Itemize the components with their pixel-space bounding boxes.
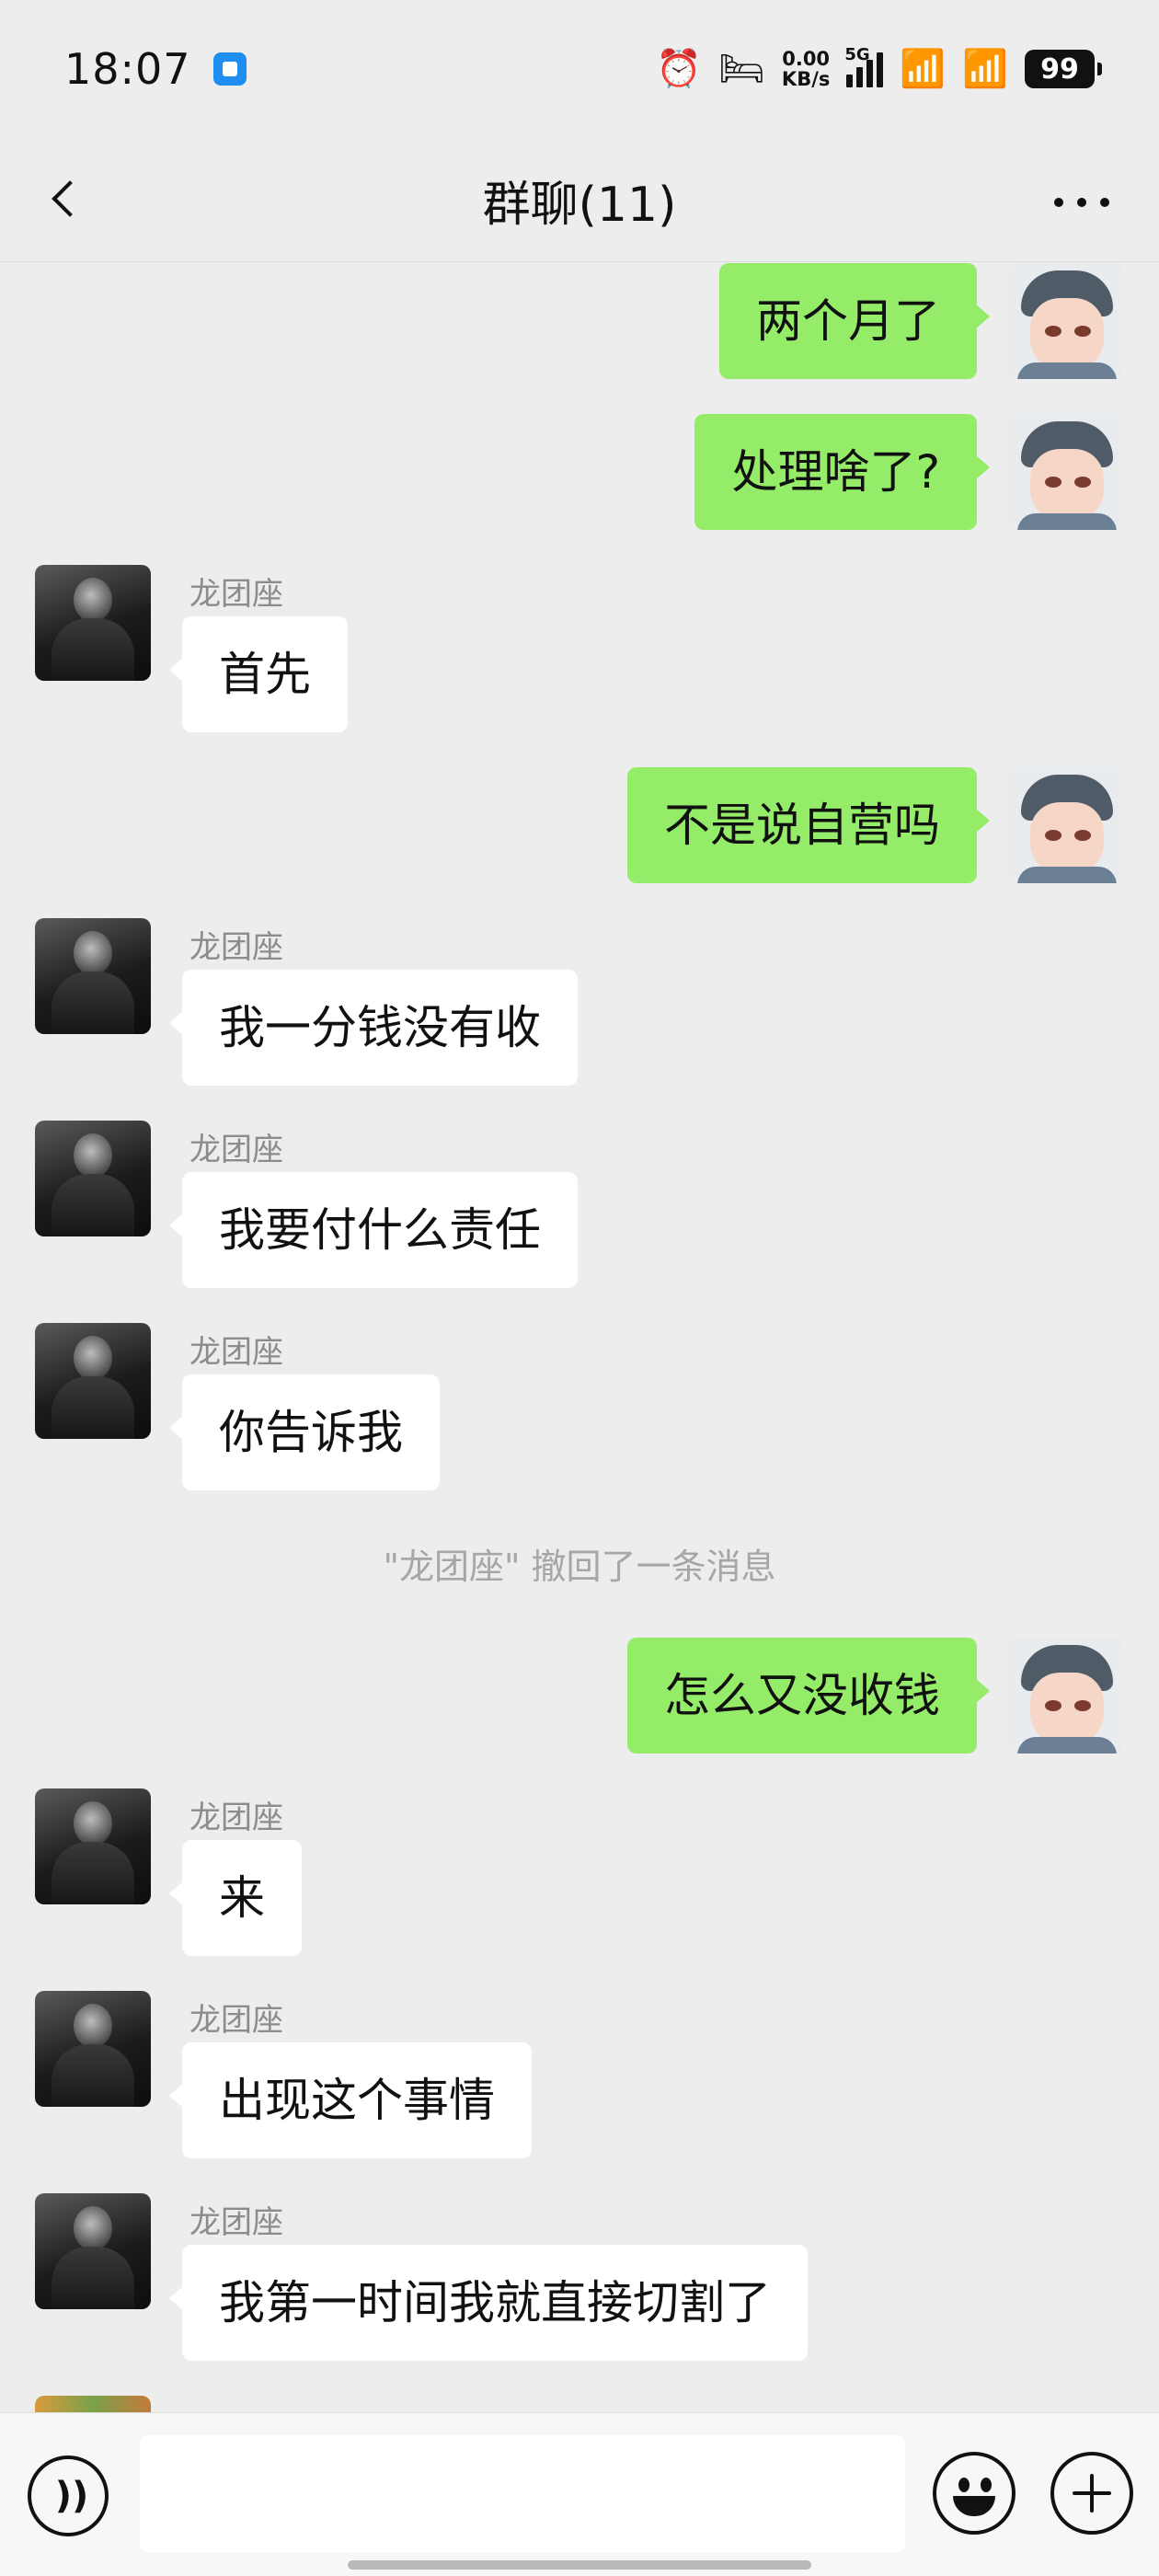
chevron-left-icon (52, 180, 88, 217)
recall-notice: "龙团座" 撤回了一条消息 (383, 1547, 776, 1587)
wifi-icon: 📶 (962, 48, 1008, 90)
chat-title: 群聊(11) (482, 177, 677, 233)
message-list[interactable]: 两个月了 处理啥了? 龙团座 首先 不是说自营吗 龙团座 我一分钱没有收 龙团座… (0, 263, 1159, 2412)
wifi-call-icon: 📶 (900, 48, 947, 90)
outgoing-message-bubble[interactable]: 怎么又没收钱 (627, 1638, 990, 1754)
input-bar: )) (0, 2412, 1159, 2576)
more-options-button[interactable] (1045, 175, 1119, 230)
outgoing-message-bubble[interactable]: 两个月了 (719, 263, 990, 379)
cellular-signal-icon: 5G (844, 45, 884, 87)
sender-avatar[interactable] (35, 2193, 151, 2309)
sender-avatar[interactable] (35, 1323, 151, 1439)
sender-name: 龙团座 (189, 2002, 283, 2039)
sender-avatar[interactable] (35, 1788, 151, 1904)
sender-avatar[interactable] (35, 918, 151, 1034)
network-speed-value: 0.00 (782, 48, 831, 70)
incoming-message-bubble[interactable]: 我第一时间我就直接切割了 (169, 2245, 808, 2361)
sender-avatar[interactable] (35, 565, 151, 681)
bed-icon: 🛏 (718, 48, 765, 90)
status-bar: 18:07 ⏰ 🛏 0.00 KB/s 5G 📶 📶 99 (0, 0, 1159, 138)
network-speed: 0.00 KB/s (782, 49, 830, 89)
sender-name: 龙团座 (189, 1800, 283, 1836)
sender-name: 龙团座 (189, 2204, 283, 2241)
incoming-message-bubble[interactable]: 首先 (169, 616, 348, 732)
voice-icon: )) (54, 2475, 89, 2517)
emoji-icon (958, 2478, 970, 2492)
more-dot (1054, 198, 1063, 207)
message-input[interactable] (140, 2435, 905, 2553)
incoming-message-bubble[interactable]: 我要付什么责任 (169, 1172, 578, 1288)
my-avatar[interactable] (1008, 767, 1124, 883)
app-notification-icon (212, 52, 247, 86)
incoming-message-bubble[interactable]: 来 (169, 1840, 302, 1956)
sender-avatar[interactable] (35, 2396, 151, 2412)
my-avatar[interactable] (1008, 1638, 1124, 1754)
outgoing-message-bubble[interactable]: 不是说自营吗 (627, 767, 990, 883)
chat-header: 群聊(11) (0, 138, 1159, 262)
status-indicators: ⏰ 🛏 0.00 KB/s 5G 📶 📶 99 (656, 45, 1102, 90)
outgoing-message-bubble[interactable]: 处理啥了? (694, 414, 990, 530)
network-type-label: 5G (844, 45, 870, 64)
more-dot (1100, 198, 1109, 207)
battery-indicator: 99 (1025, 50, 1102, 88)
sender-name: 龙团座 (189, 1334, 283, 1371)
status-time: 18:07 (64, 44, 191, 94)
back-button[interactable] (37, 171, 92, 226)
sender-name: 龙团座 (189, 576, 283, 613)
emoji-button[interactable] (933, 2452, 1016, 2535)
my-avatar[interactable] (1008, 263, 1124, 379)
voice-button[interactable]: )) (28, 2455, 109, 2536)
sender-name: 龙团座 (189, 1132, 283, 1168)
my-avatar[interactable] (1008, 414, 1124, 530)
incoming-message-bubble[interactable]: 你告诉我 (169, 1374, 440, 1490)
more-dot (1077, 198, 1086, 207)
incoming-message-bubble[interactable]: 出现这个事情 (169, 2042, 532, 2158)
sender-avatar[interactable] (35, 1121, 151, 1236)
sender-name: 龙团座 (189, 929, 283, 966)
home-indicator[interactable] (348, 2560, 811, 2570)
sender-avatar[interactable] (35, 1991, 151, 2107)
incoming-message-bubble[interactable]: 我一分钱没有收 (169, 970, 578, 1086)
network-speed-unit: KB/s (781, 68, 831, 90)
alarm-icon: ⏰ (656, 48, 703, 90)
more-functions-button[interactable] (1050, 2452, 1133, 2535)
